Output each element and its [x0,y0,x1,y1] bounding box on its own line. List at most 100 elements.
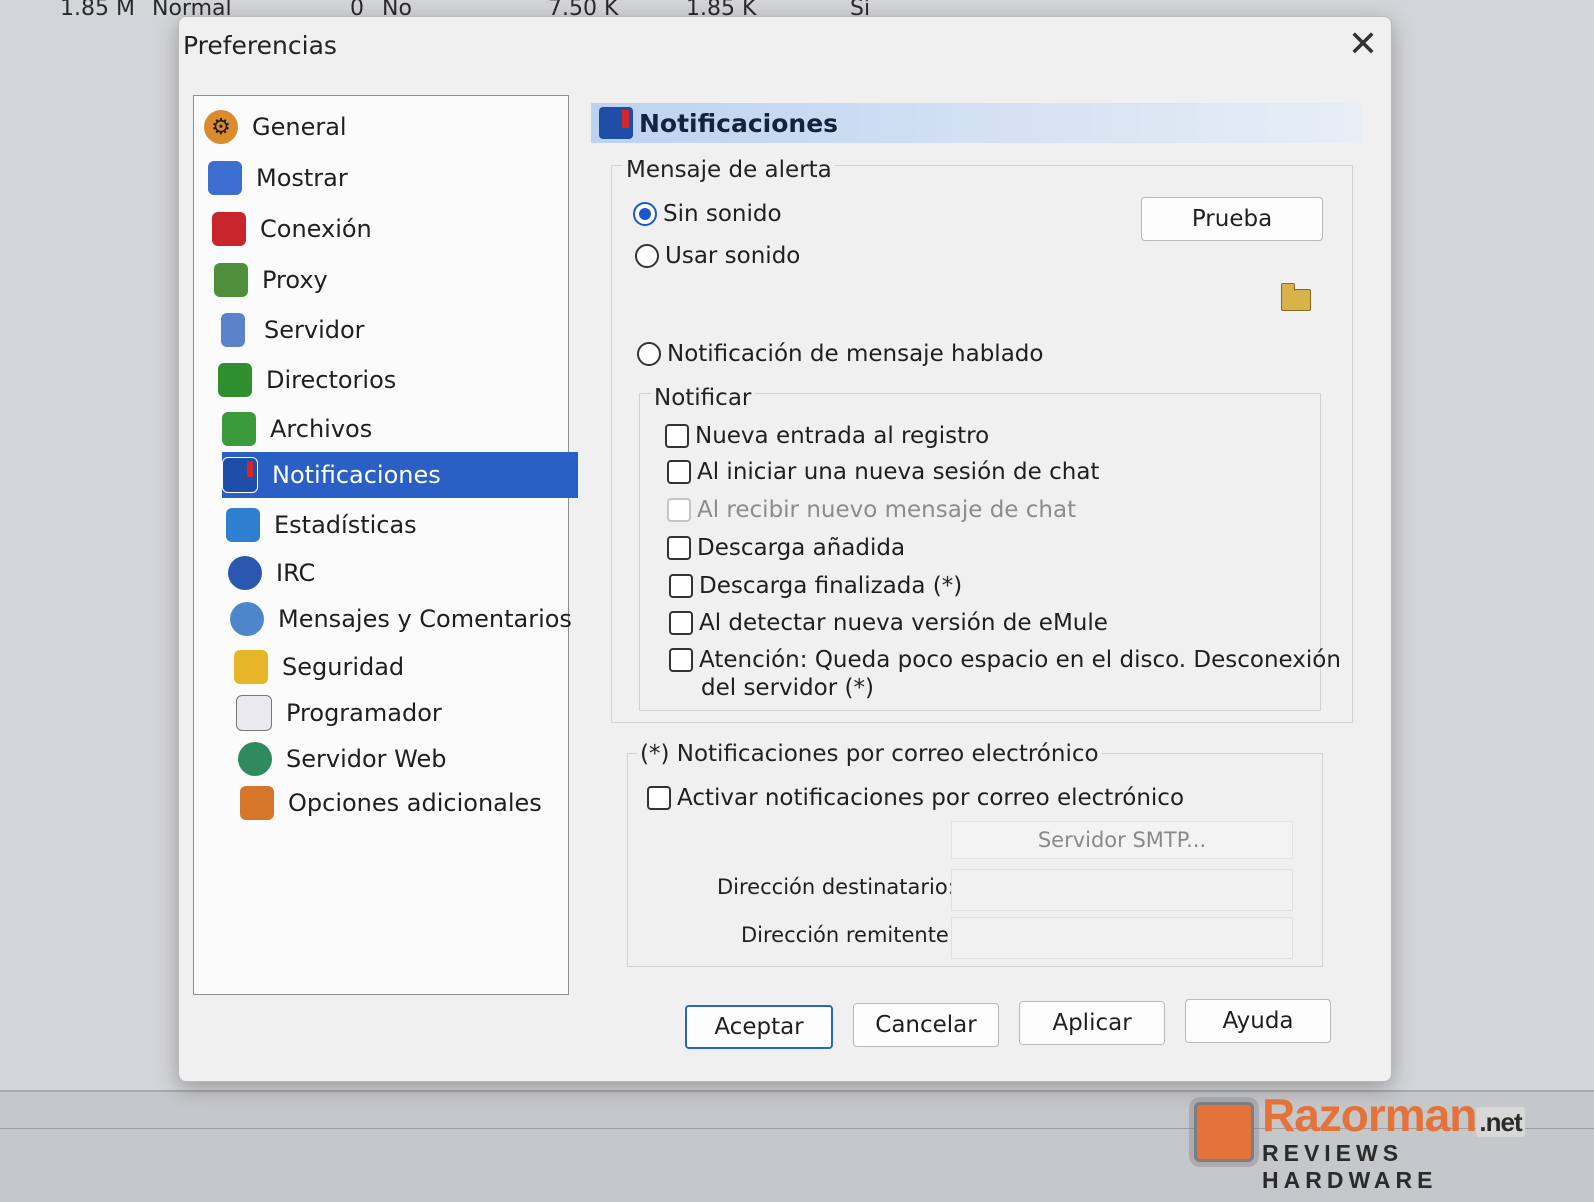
notify-new-version-checkbox[interactable] [669,611,693,635]
notify-download-added-checkbox[interactable] [667,536,691,560]
no-sound-radio[interactable] [633,202,657,226]
sidebar-item-notificaciones[interactable]: Notificaciones [222,452,578,498]
globe-icon [238,742,272,776]
sidebar-item-label: Notificaciones [272,461,441,489]
recipient-label: Dirección destinatario: [717,875,955,899]
notify-download-finished[interactable]: Descarga finalizada (*) [669,573,962,599]
notifications-icon [222,457,258,493]
sidebar-item-general[interactable]: ⚙ General [204,104,554,150]
notify-low-disk-space-label-2: del servidor (*) [701,675,874,701]
alert-message-label: Mensaje de alerta [623,157,835,183]
sidebar-item-servidor-web[interactable]: Servidor Web [238,736,588,782]
statistics-icon [226,508,260,542]
close-icon[interactable]: ✕ [1343,25,1383,65]
sender-field[interactable] [951,917,1293,959]
smtp-server-button[interactable]: Servidor SMTP... [951,821,1293,859]
spoken-notification-label: Notificación de mensaje hablado [667,341,1044,367]
sidebar-item-label: Mostrar [256,164,348,192]
sender-label: Dirección remitente: [741,923,956,947]
sidebar-item-mostrar[interactable]: Mostrar [208,155,558,201]
help-button[interactable]: Ayuda [1185,999,1331,1043]
sidebar-item-estadisticas[interactable]: Estadísticas [226,502,576,548]
sidebar-item-label: Estadísticas [274,511,417,539]
notify-low-disk-space-checkbox[interactable] [669,648,693,672]
sidebar-item-label: Programador [286,699,442,727]
use-sound-option[interactable]: Usar sonido [635,243,800,269]
watermark-tagline: REVIEWS HARDWARE [1262,1140,1438,1193]
notifications-icon [599,107,633,139]
notify-new-chat-message-checkbox [667,498,691,522]
notify-log-entry-label: Nueva entrada al registro [695,423,990,449]
server-icon [221,313,245,347]
watermark-name: Razorman .net [1262,1088,1525,1142]
notify-log-entry-checkbox[interactable] [665,424,689,448]
sidebar-item-label: Conexión [260,215,372,243]
notify-new-chat-message-label: Al recibir nuevo mensaje de chat [697,497,1077,523]
enable-email-notifications[interactable]: Activar notificaciones por correo electr… [647,785,1184,811]
notify-new-chat-message: Al recibir nuevo mensaje de chat [667,497,1076,523]
ok-button[interactable]: Aceptar [685,1005,833,1049]
sidebar-item-label: Opciones adicionales [288,789,542,817]
gear-icon: ⚙ [204,110,238,144]
use-sound-radio[interactable] [635,244,659,268]
lock-icon [234,650,268,684]
chip-logo-icon [1194,1102,1254,1162]
recipient-field[interactable] [951,869,1293,911]
browse-folder-icon[interactable] [1281,283,1311,311]
sidebar-item-label: Proxy [262,266,328,294]
sidebar-item-mensajes[interactable]: Mensajes y Comentarios [230,596,590,642]
notify-log-entry[interactable]: Nueva entrada al registro [665,423,989,449]
sidebar-item-programador[interactable]: Programador [236,690,586,736]
razorman-watermark: Razorman .net REVIEWS HARDWARE [1178,1082,1568,1193]
sidebar-item-label: Mensajes y Comentarios [278,605,572,633]
panel-header: Notificaciones [591,103,1361,143]
monitor-icon [208,161,242,195]
sidebar-item-seguridad[interactable]: Seguridad [234,644,584,690]
watermark-name-text: Razorman [1262,1089,1477,1141]
sidebar-item-label: Servidor [264,316,365,344]
email-notifications-label: (*) Notificaciones por correo electrónic… [637,741,1102,767]
spoken-notification-radio[interactable] [637,342,661,366]
sidebar-item-servidor[interactable]: Servidor [216,307,566,353]
notify-new-chat-session-checkbox[interactable] [667,460,691,484]
notify-download-finished-checkbox[interactable] [669,574,693,598]
cancel-button[interactable]: Cancelar [853,1003,999,1047]
notify-low-disk-space-label: Atención: Queda poco espacio en el disco… [699,647,1341,673]
test-button[interactable]: Prueba [1141,197,1323,241]
enable-email-label: Activar notificaciones por correo electr… [677,785,1185,811]
sidebar-item-proxy[interactable]: Proxy [214,257,564,303]
panel-header-title: Notificaciones [639,108,839,138]
proxy-icon [214,263,248,297]
bg-size: 1.85 M [60,0,135,21]
watermark-tld: .net [1476,1107,1525,1137]
sidebar-item-conexion[interactable]: Conexión [212,206,562,252]
sidebar-item-irc[interactable]: IRC [228,550,578,596]
notify-new-chat-session-label: Al iniciar una nueva sesión de chat [697,459,1100,485]
notify-new-chat-session[interactable]: Al iniciar una nueva sesión de chat [667,459,1099,485]
use-sound-label: Usar sonido [665,243,801,269]
no-sound-label: Sin sonido [663,201,782,227]
notify-new-version[interactable]: Al detectar nueva versión de eMule [669,610,1108,636]
preferences-sidebar: ⚙ General Mostrar Conexión Proxy Servido… [193,95,578,995]
notify-label: Notificar [651,385,755,411]
irc-icon [228,556,262,590]
no-sound-option[interactable]: Sin sonido [633,201,782,227]
notify-low-disk-space[interactable]: Atención: Queda poco espacio en el disco… [669,647,1341,673]
sidebar-item-archivos[interactable]: Archivos [222,406,572,452]
enable-email-checkbox[interactable] [647,786,671,810]
sidebar-item-label: Archivos [270,415,373,443]
notify-low-disk-space-line2: del servidor (*) [701,675,874,701]
sidebar-item-directorios[interactable]: Directorios [218,357,568,403]
sidebar-item-label: Directorios [266,366,397,394]
spoken-notification-option[interactable]: Notificación de mensaje hablado [637,341,1043,367]
notify-download-added[interactable]: Descarga añadida [667,535,905,561]
preferences-dialog: Preferencias ✕ ⚙ General Mostrar Conexió… [178,16,1392,1082]
apply-button[interactable]: Aplicar [1019,1001,1165,1045]
extra-options-icon [240,786,274,820]
sidebar-item-label: Seguridad [282,653,405,681]
sidebar-item-opciones-adicionales[interactable]: Opciones adicionales [240,780,590,826]
sidebar-item-label: Servidor Web [286,745,447,773]
notify-new-version-label: Al detectar nueva versión de eMule [699,610,1108,636]
sidebar-item-label: General [252,113,347,141]
calendar-icon [236,695,272,731]
